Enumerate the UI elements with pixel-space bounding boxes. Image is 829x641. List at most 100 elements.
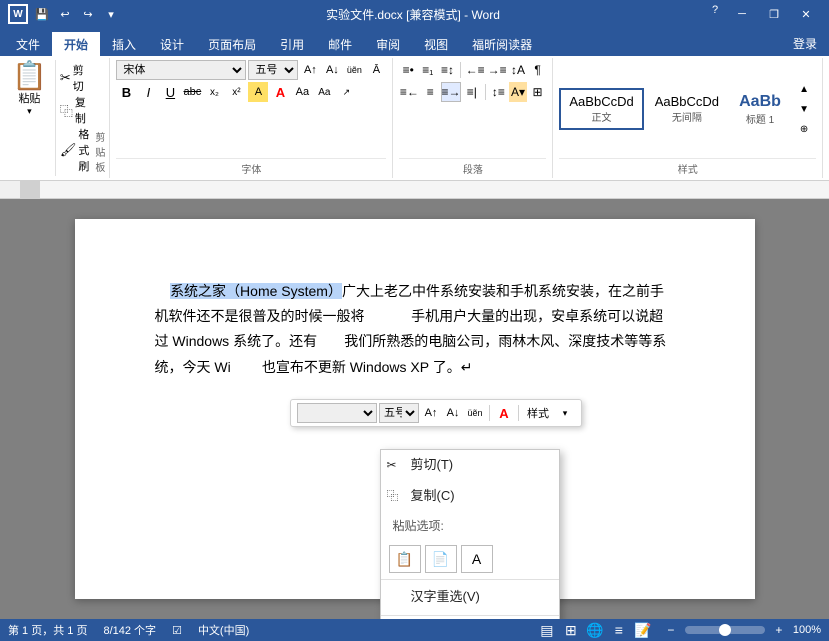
login-button[interactable]: 登录 <box>781 31 829 56</box>
multilevel-button[interactable]: ≡↕ <box>439 60 457 80</box>
ctx-font[interactable]: A 字体(F)... <box>381 618 559 619</box>
decrease-font-button[interactable]: A↓ <box>322 60 342 80</box>
increase-indent-button[interactable]: →≡ <box>487 60 507 80</box>
ribbon-content: 📋 粘贴 ▾ ✂剪切 ⿻复制 🖌格式刷 剪贴板 宋体 五号 A↑ A↓ üẽn … <box>0 56 829 181</box>
paste-keep-text[interactable]: A <box>461 545 493 573</box>
view-buttons: ▤ ⊞ 🌐 ≡ 📝 <box>537 620 653 640</box>
zoom-in[interactable]: + <box>769 620 789 640</box>
redo-button[interactable]: ↪ <box>78 4 98 24</box>
decrease-indent-button[interactable]: ←≡ <box>465 60 485 80</box>
zoom-control: − + 100% <box>661 620 821 640</box>
underline-button[interactable]: U <box>160 82 180 102</box>
format-painter-button[interactable]: 🖌格式刷 <box>60 126 90 174</box>
align-center-button[interactable]: ≡ <box>421 82 439 102</box>
case-button[interactable]: Aa <box>314 82 334 102</box>
ctx-cut[interactable]: ✂ 剪切(T) <box>381 450 559 481</box>
styles-scroll-down[interactable]: ▼ <box>794 99 814 119</box>
view-print-layout[interactable]: ▤ <box>537 620 557 640</box>
view-full-reading[interactable]: ⊞ <box>561 620 581 640</box>
close-button[interactable]: ✕ <box>791 0 821 28</box>
mini-font-size-select[interactable]: 五号 <box>379 403 419 423</box>
font-family-select[interactable]: 宋体 <box>116 60 246 80</box>
styles-more[interactable]: ⊕ <box>794 119 814 139</box>
tab-home[interactable]: 开始 <box>52 32 100 56</box>
show-formatting-button[interactable]: ¶ <box>529 60 547 80</box>
tab-design[interactable]: 设计 <box>148 32 196 56</box>
paste-button[interactable]: 📋 粘贴 ▾ <box>8 60 56 176</box>
language: 中文(中国) <box>198 622 249 638</box>
justify-button[interactable]: ≡| <box>463 82 481 102</box>
style-heading1[interactable]: AaBb 标题 1 <box>730 88 790 131</box>
border-button[interactable]: ⊞ <box>529 82 547 102</box>
style-nospacing-label: 无间隔 <box>655 109 719 124</box>
style-normal[interactable]: AaBbCcDd 正文 <box>559 88 643 130</box>
tab-review[interactable]: 审阅 <box>364 32 412 56</box>
zoom-out[interactable]: − <box>661 620 681 640</box>
bold-button[interactable]: B <box>116 82 136 102</box>
mini-styles-dropdown[interactable]: ▾ <box>555 403 575 423</box>
tab-foxit[interactable]: 福昕阅读器 <box>460 32 544 56</box>
tab-insert[interactable]: 插入 <box>100 32 148 56</box>
undo-button[interactable]: ↩ <box>55 4 75 24</box>
save-button[interactable]: 💾 <box>32 4 52 24</box>
more-button[interactable]: ▾ <box>101 4 121 24</box>
highlight-button[interactable]: A <box>248 82 268 102</box>
copy-button[interactable]: ⿻复制 <box>60 94 90 126</box>
view-outline[interactable]: ≡ <box>609 620 629 640</box>
replace-button[interactable]: ⇄ab <box>823 99 829 119</box>
font-color-button[interactable]: A <box>270 82 290 102</box>
view-draft[interactable]: 📝 <box>633 620 653 640</box>
mini-font-color[interactable]: A <box>494 403 514 423</box>
paste-keep-source[interactable]: 📋 <box>389 545 421 573</box>
bullets-button[interactable]: ≡• <box>399 60 417 80</box>
ctx-reselect[interactable]: 汉字重选(V) <box>381 582 559 613</box>
text-effect-button[interactable]: Aa <box>292 82 312 102</box>
cut-button[interactable]: ✂剪切 <box>60 62 90 94</box>
select-button[interactable]: ⌗ <box>823 121 829 141</box>
sort-button[interactable]: ↕A <box>509 60 527 80</box>
tab-references[interactable]: 引用 <box>268 32 316 56</box>
tab-view[interactable]: 视图 <box>412 32 460 56</box>
phonetic-guide-button[interactable]: üẽn <box>344 60 364 80</box>
minimize-button[interactable]: ─ <box>727 0 757 28</box>
tab-file[interactable]: 文件 <box>4 32 52 56</box>
line-spacing-button[interactable]: ↕≡ <box>490 82 508 102</box>
fill-color-button[interactable]: A▾ <box>509 82 527 102</box>
style-heading1-label: 标题 1 <box>739 111 781 126</box>
clear-format-button[interactable]: Ā <box>366 60 386 80</box>
clipboard-group: 📋 粘贴 ▾ ✂剪切 ⿻复制 🖌格式刷 剪贴板 <box>4 58 110 178</box>
mini-increase-font[interactable]: A↑ <box>421 403 441 423</box>
style-no-spacing[interactable]: AaBbCcDd 无间隔 <box>646 89 728 129</box>
font-group-expand[interactable]: ↗ <box>336 82 356 102</box>
tab-layout[interactable]: 页面布局 <box>196 32 268 56</box>
word-icon: W <box>8 4 28 24</box>
strikethrough-button[interactable]: abc <box>182 82 202 102</box>
styles-scroll-up[interactable]: ▲ <box>794 79 814 99</box>
align-left-button[interactable]: ≡← <box>399 82 419 102</box>
style-normal-preview: AaBbCcDd <box>569 94 633 109</box>
mini-phonetic[interactable]: üẽn <box>465 403 485 423</box>
mini-decrease-font[interactable]: A↓ <box>443 403 463 423</box>
font-row-2: B I U abc x₂ x² A A Aa Aa ↗ <box>116 82 386 102</box>
restore-button[interactable]: ❐ <box>759 0 789 28</box>
help-button[interactable]: ? <box>705 0 725 20</box>
increase-font-button[interactable]: A↑ <box>300 60 320 80</box>
tab-mailings[interactable]: 邮件 <box>316 32 364 56</box>
mini-separator-1 <box>489 405 490 421</box>
view-web-layout[interactable]: 🌐 <box>585 620 605 640</box>
superscript-button[interactable]: x² <box>226 82 246 102</box>
paste-merge-format[interactable]: 📄 <box>425 545 457 573</box>
find-button[interactable]: 🔍 <box>823 77 829 97</box>
italic-button[interactable]: I <box>138 82 158 102</box>
zoom-slider[interactable] <box>685 626 765 634</box>
mini-separator-2 <box>518 405 519 421</box>
ctx-copy[interactable]: ⿻ 复制(C) <box>381 481 559 512</box>
page-info: 第 1 页，共 1 页 <box>8 622 87 638</box>
word-count: 8/142 个字 <box>103 622 156 638</box>
mini-font-select[interactable] <box>297 403 377 423</box>
font-size-select[interactable]: 五号 <box>248 60 298 80</box>
numbering-button[interactable]: ≡₁ <box>419 60 437 80</box>
ctx-separator-2 <box>381 615 559 616</box>
align-right-button[interactable]: ≡→ <box>441 82 461 102</box>
subscript-button[interactable]: x₂ <box>204 82 224 102</box>
